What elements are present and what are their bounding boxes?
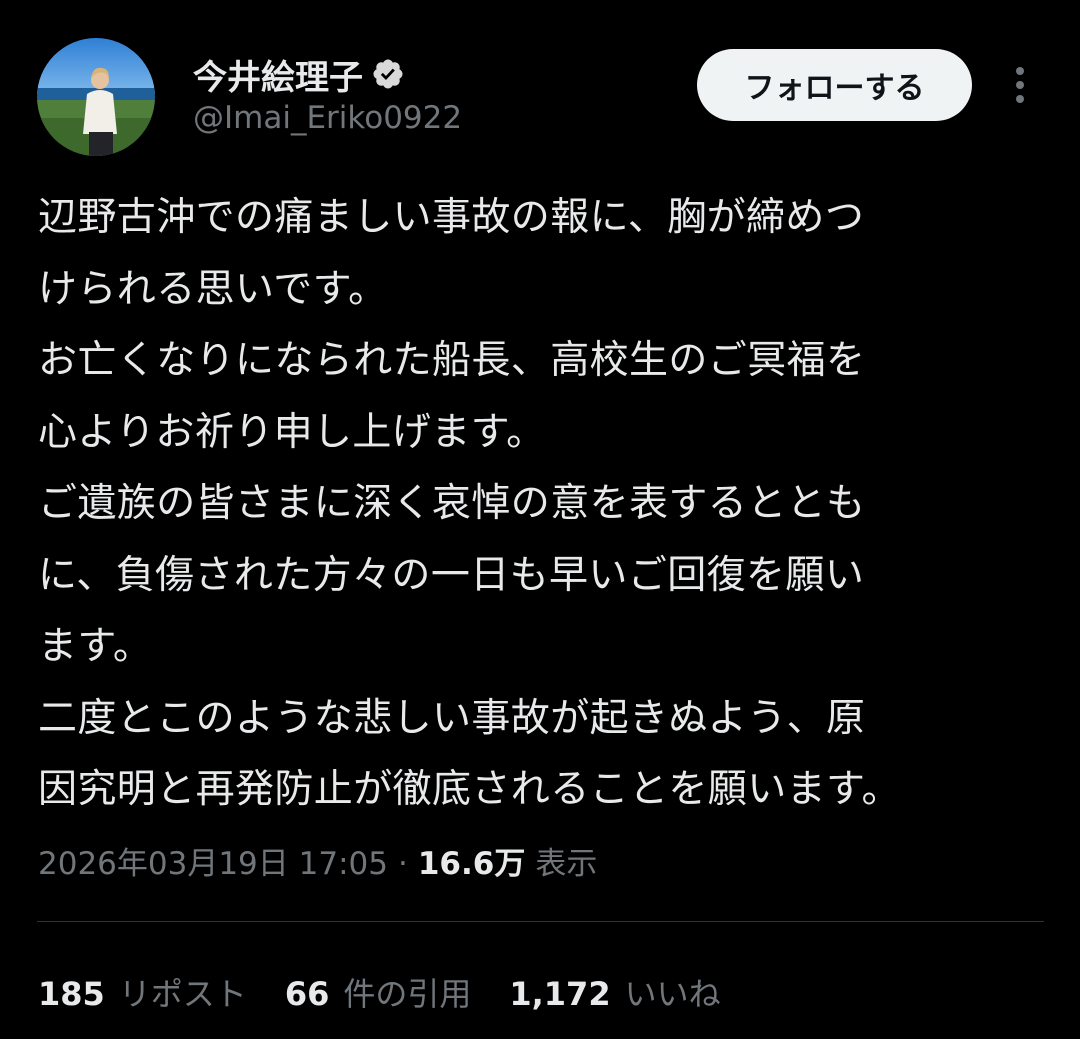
views-count[interactable]: 16.6万 [418,838,526,883]
quotes-label: 件の引用 [343,975,472,1013]
tweet-text-line: お亡くなりになられた船長、高校生のご冥福を [38,338,866,383]
avatar[interactable] [37,38,155,156]
reposts-count: 185 [38,975,105,1013]
tweet-meta: 2026年03月19日 17:05 · 16.6万 表示 [38,838,597,883]
likes-count: 1,172 [509,975,611,1013]
tweet-text-line: 辺野古沖での痛ましい事故の報に、胸が締めつ [38,195,865,240]
likes-stat[interactable]: 1,172 いいね [509,969,720,1015]
more-options-button[interactable] [1000,60,1040,110]
engagement-stats: 185 リポスト 66 件の引用 1,172 いいね [38,969,759,1015]
profile-photo [37,38,155,156]
tweet-text-line: 因究明と再発防止が徹底されることを願います。 [38,767,901,812]
follow-button[interactable]: フォローする [697,49,972,121]
tweet-text-line: ご遺族の皆さまに深く哀悼の意を表するととも [38,481,866,526]
meta-separator: · [397,846,408,882]
author-display-name[interactable]: 今井絵理子 [193,50,363,99]
quotes-stat[interactable]: 66 件の引用 [285,969,472,1015]
tweet-text-line: けられる思いです。 [38,266,388,312]
tweet-timestamp[interactable]: 2026年03月19日 17:05 [38,838,388,883]
author-handle[interactable]: @Imai_Eriko0922 [193,100,462,136]
tweet-text-line: 心よりお祈り申し上げます。 [38,409,546,455]
author-name-row[interactable]: 今井絵理子 [193,50,405,98]
vertical-ellipsis-icon [1016,67,1024,103]
tweet-text-line: に、負傷された方々の一日も早いご回復を願い [38,552,865,598]
verified-badge-icon[interactable] [371,57,405,91]
views-label[interactable]: 表示 [535,838,597,883]
tweet-text-line: 二度とこのような悲しい事故が起きぬよう、原 [38,695,866,741]
reposts-stat[interactable]: 185 リポスト [38,969,247,1015]
quotes-count: 66 [284,975,330,1013]
tweet-text-line: ます。 [38,624,153,669]
divider [37,921,1044,922]
reposts-label: リポスト [118,975,247,1013]
likes-label: いいね [624,975,721,1013]
tweet-text: 辺野古沖での痛ましい事故の報に、胸が締めつ けられる思いです。 お亡くなりになら… [38,182,1048,826]
